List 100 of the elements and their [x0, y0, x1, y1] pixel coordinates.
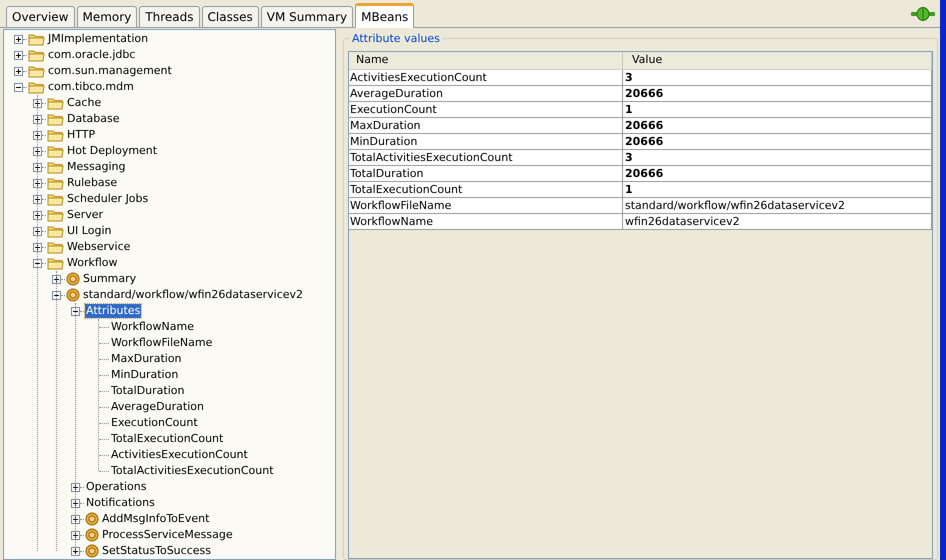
expand-icon[interactable] [33, 162, 42, 172]
tab[interactable]: MBeans [355, 3, 414, 28]
expand-icon[interactable] [71, 514, 80, 524]
table-cell: WorkflowFileName [349, 198, 623, 213]
folder-icon [47, 192, 64, 206]
bean-icon [85, 512, 99, 526]
folder-icon [28, 48, 45, 62]
tree-item[interactable]: Cache [66, 96, 102, 110]
table-cell: TotalActivitiesExecutionCount [349, 150, 623, 165]
expand-icon[interactable] [14, 66, 23, 76]
tree-item[interactable]: Notifications [85, 496, 156, 510]
folder-icon [47, 128, 64, 142]
folder-icon [47, 256, 64, 270]
table-cell-text: 20666 [624, 166, 664, 181]
tree-item[interactable]: standard/workflow/wfin26dataservicev2 [82, 288, 304, 302]
tab[interactable]: Threads [139, 6, 200, 27]
folder-icon [47, 208, 64, 222]
tree-item[interactable]: Webservice [66, 240, 132, 254]
tree-item[interactable]: Workflow [66, 256, 119, 270]
tree-item[interactable]: TotalActivitiesExecutionCount [110, 464, 275, 478]
expand-icon[interactable] [33, 178, 42, 188]
tab[interactable]: Classes [202, 6, 259, 27]
tree-item[interactable]: Attributes [85, 304, 142, 318]
collapse-icon[interactable] [33, 258, 42, 268]
expand-icon[interactable] [33, 98, 42, 108]
tree-item[interactable]: TotalDuration [110, 384, 186, 398]
table-cell: WorkflowName [349, 214, 623, 229]
folder-icon [47, 96, 64, 110]
table-cell-text: 1 [624, 102, 634, 117]
expand-icon[interactable] [71, 498, 80, 508]
tree-item[interactable]: com.oracle.jdbc [47, 48, 136, 62]
expand-icon[interactable] [33, 194, 42, 204]
bean-icon [85, 528, 99, 542]
tree-item[interactable]: SetStatusToSuccess [101, 544, 212, 558]
tab[interactable]: Memory [76, 6, 138, 27]
expand-icon[interactable] [52, 274, 61, 284]
folder-icon [28, 80, 45, 94]
tree-item[interactable]: AddMsgInfoToEvent [101, 512, 210, 526]
folder-icon [47, 160, 64, 174]
table-cell-text: wfin26dataservicev2 [624, 214, 741, 229]
tree-item[interactable]: WorkflowName [110, 320, 195, 334]
tree-item[interactable]: MaxDuration [110, 352, 183, 366]
tree-item[interactable]: Messaging [66, 160, 126, 174]
expand-icon[interactable] [33, 210, 42, 220]
tree-item[interactable]: com.sun.management [47, 64, 173, 78]
folder-icon [47, 224, 64, 238]
expand-icon[interactable] [33, 114, 42, 124]
tree-item[interactable]: Operations [85, 480, 148, 494]
expand-icon[interactable] [71, 482, 80, 492]
bean-icon [66, 272, 80, 286]
tree-item[interactable]: JMImplementation [47, 32, 150, 46]
expand-icon[interactable] [33, 130, 42, 140]
table-cell: AverageDuration [349, 86, 623, 101]
expand-icon[interactable] [33, 146, 42, 156]
table-cell: TotalDuration [349, 166, 623, 181]
table-cell-text: 1 [624, 182, 634, 197]
folder-icon [47, 240, 64, 254]
table-cell: ActivitiesExecutionCount [349, 70, 623, 85]
table-cell-text: standard/workflow/wfin26dataservicev2 [624, 198, 846, 213]
folder-icon [47, 112, 64, 126]
tree-item[interactable]: HTTP [66, 128, 96, 142]
expand-icon[interactable] [71, 530, 80, 540]
tree-item[interactable]: Hot Deployment [66, 144, 158, 158]
expand-icon[interactable] [71, 546, 80, 556]
column-header[interactable]: Value [623, 52, 932, 69]
tab[interactable]: Overview [6, 6, 74, 27]
tree-item[interactable]: UI Login [66, 224, 112, 238]
table-cell-text: 20666 [624, 86, 664, 101]
folder-icon [28, 64, 45, 78]
bean-icon [66, 288, 80, 302]
expand-icon[interactable] [14, 50, 23, 60]
tab[interactable]: VM Summary [260, 6, 354, 27]
table-cell-text: 3 [624, 150, 634, 165]
table-cell-text: 3 [624, 70, 634, 85]
tree-item[interactable]: Scheduler Jobs [66, 192, 150, 206]
tree-item[interactable]: ProcessServiceMessage [101, 528, 234, 542]
expand-icon[interactable] [14, 34, 23, 44]
tree-item[interactable]: TotalExecutionCount [110, 432, 224, 446]
column-header[interactable]: Name [349, 52, 623, 69]
tree-item[interactable]: Database [66, 112, 120, 126]
table-cell-text: 20666 [624, 134, 664, 149]
collapse-icon[interactable] [52, 290, 61, 300]
connection-icon [910, 7, 936, 21]
collapse-icon[interactable] [71, 306, 80, 316]
table-cell: MaxDuration [349, 118, 623, 133]
tree-item[interactable]: WorkflowFileName [110, 336, 214, 350]
expand-icon[interactable] [33, 226, 42, 236]
tree-item[interactable]: ExecutionCount [110, 416, 199, 430]
tree-item[interactable]: ActivitiesExecutionCount [110, 448, 249, 462]
table-cell: MinDuration [349, 134, 623, 149]
tree-item[interactable]: Rulebase [66, 176, 118, 190]
expand-icon[interactable] [33, 242, 42, 252]
tree-item[interactable]: AverageDuration [110, 400, 205, 414]
tree-item[interactable]: com.tibco.mdm [47, 80, 135, 94]
table-cell-text: 20666 [624, 118, 664, 133]
collapse-icon[interactable] [14, 82, 23, 92]
folder-icon [47, 176, 64, 190]
tree-item[interactable]: Server [66, 208, 104, 222]
tree-item[interactable]: MinDuration [110, 368, 180, 382]
tree-item[interactable]: Summary [82, 272, 138, 286]
